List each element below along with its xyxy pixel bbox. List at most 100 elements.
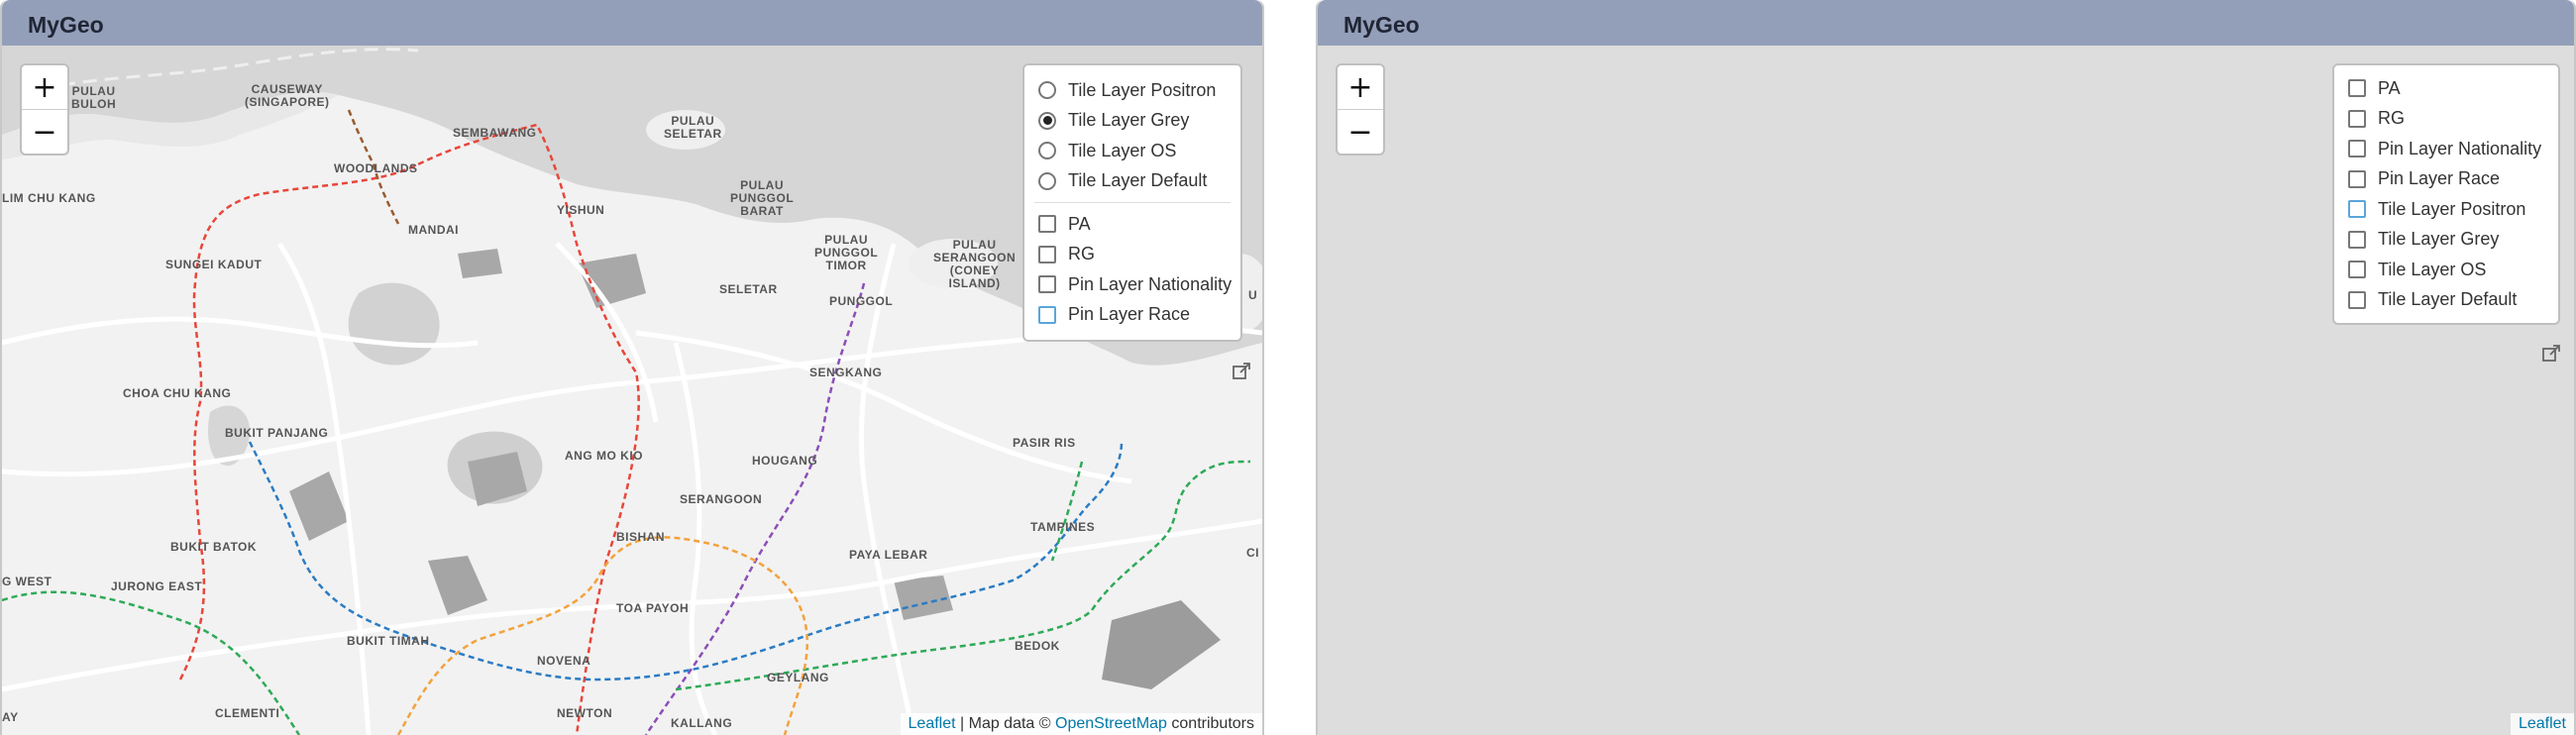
layer-label: PA [1068,213,1091,234]
map-place-label: SENGKANG [809,366,883,379]
map-place-label: YISHUN [557,203,605,217]
checkbox[interactable] [1038,215,1056,234]
layer-label: Tile Layer Grey [1068,110,1190,131]
map-place-label: TOA PAYOH [616,601,690,615]
map-place-label: PULAU PUNGGOL TIMOR [814,233,879,272]
layer-label: Tile Layer Positron [2378,198,2526,219]
checkbox[interactable] [2348,261,2366,279]
layer-label: Tile Layer Default [1068,170,1208,191]
external-link-icon[interactable] [2540,343,2562,365]
panel-titlebar: MyGeo [2,0,1262,46]
map-place-label: G WEST [2,575,53,588]
radio-button[interactable] [1038,171,1056,190]
layer-label: Tile Layer Default [2378,289,2518,310]
map-place-label: BUKIT BATOK [170,540,258,554]
map-place-label: PULAU SELETAR [664,114,722,141]
checkbox[interactable] [2348,230,2366,249]
map-panel-left: MyGeo PULAU BULOH CAUSEWAY (SINGAPORE) S… [0,0,1264,735]
map-place-label: MANDAI [408,223,459,237]
checkbox[interactable] [1038,305,1056,324]
map-place-label: CAUSEWAY (SINGAPORE) [245,82,330,109]
overlay-option[interactable]: Pin Layer Race [2348,164,2544,195]
overlay-option[interactable]: PA [2348,73,2544,104]
overlay-option[interactable]: Pin Layer Race [1038,300,1227,331]
overlay-option[interactable]: Pin Layer Nationality [1038,269,1232,300]
layer-label: Pin Layer Race [1068,304,1191,325]
map-place-label: PULAU SERANGOON (CONEY ISLAND) [933,238,1017,290]
map-place-label: PAYA LEBAR [849,548,928,562]
map-place-label: GEYLANG [767,671,829,684]
layer-label: PA [2378,77,2401,98]
map-canvas[interactable]: PULAU BULOH CAUSEWAY (SINGAPORE) SEMBAWANG… [2,46,1262,735]
radio-button[interactable] [1038,81,1056,100]
overlay-option[interactable]: Tile Layer OS [2348,255,2544,285]
attribution-suffix: contributors [1166,715,1254,732]
base-layer-option[interactable]: Tile Layer Positron [1038,75,1227,106]
layers-control: Tile Layer Positron Tile Layer Grey Tile… [1022,63,1242,342]
zoom-in-button[interactable]: + [22,65,67,109]
layer-label: Pin Layer Nationality [2378,138,2542,158]
checkbox[interactable] [2348,200,2366,219]
osm-link[interactable]: OpenStreetMap [1055,715,1167,732]
map-place-label: NEWTON [557,706,613,720]
overlay-option[interactable]: Tile Layer Positron [2348,194,2544,225]
map-place-label: SERANGOON [680,492,763,506]
map-place-label: PASIR RIS [1013,436,1076,450]
map-place-label: SEMBAWANG [453,126,537,140]
radio-button[interactable] [1038,111,1056,130]
panel-title: MyGeo [28,12,104,38]
layer-label: RG [2378,108,2405,129]
map-place-label: AY [2,710,19,724]
leaflet-link[interactable]: Leaflet [2519,715,2566,732]
checkbox[interactable] [2348,140,2366,158]
zoom-out-button[interactable]: − [22,109,67,154]
base-layer-option[interactable]: Tile Layer OS [1038,136,1227,166]
checkbox[interactable] [2348,169,2366,188]
radio-button[interactable] [1038,142,1056,160]
layers-control: PA RG Pin Layer Nationality Pin Layer Ra… [2332,63,2560,325]
map-attribution: Leaflet [2510,713,2574,735]
map-attribution: Leaflet | Map data © OpenStreetMap contr… [900,713,1262,735]
overlay-option[interactable]: RG [2348,104,2544,135]
layer-label: Tile Layer OS [1068,140,1177,160]
checkbox[interactable] [1038,275,1056,294]
map-canvas[interactable]: + − PA RG Pin Layer Nationality Pin Laye… [1318,46,2574,735]
map-place-label: TAMPINES [1030,520,1096,534]
map-place-label: PULAU PUNGGOL BARAT [730,178,795,218]
map-place-label: BUKIT TIMAH [347,634,430,648]
map-place-label: NOVENA [537,654,591,668]
zoom-in-button[interactable]: + [1338,65,1383,109]
zoom-control: + − [1336,63,1385,156]
map-place-label: HOUGANG [752,454,818,468]
map-panel-right: MyGeo + − PA RG Pin Layer Nationality Pi… [1316,0,2576,735]
overlay-option[interactable]: Tile Layer Default [2348,285,2544,316]
overlay-option[interactable]: PA [1038,209,1227,240]
zoom-out-button[interactable]: − [1338,109,1383,154]
checkbox[interactable] [1038,245,1056,263]
map-place-label: BISHAN [616,530,666,544]
map-place-label: CLEMENTI [215,706,280,720]
overlay-option[interactable]: Tile Layer Grey [2348,225,2544,256]
overlay-option[interactable]: RG [1038,240,1227,270]
leaflet-link[interactable]: Leaflet [909,715,956,732]
map-place-label: SUNGEI KADUT [165,258,263,271]
layers-separator [1034,202,1231,203]
base-layer-option[interactable]: Tile Layer Default [1038,166,1227,197]
map-place-label: PULAU BULOH [71,84,117,111]
checkbox[interactable] [2348,79,2366,98]
map-place-label: SELETAR [719,282,778,296]
panel-title: MyGeo [1343,12,1420,38]
map-place-label: BUKIT PANJANG [225,426,329,440]
base-layer-option[interactable]: Tile Layer Grey [1038,106,1227,137]
checkbox[interactable] [2348,109,2366,128]
overlay-option[interactable]: Pin Layer Nationality [2348,134,2544,164]
map-place-label: KALLANG [671,716,733,730]
map-place-label: LIM CHU KANG [2,191,96,205]
zoom-control: + − [20,63,69,156]
layer-label: Pin Layer Nationality [1068,273,1233,294]
map-place-label: ANG MO KIO [565,449,643,463]
external-link-icon[interactable] [1231,361,1252,382]
map-place-label: JURONG EAST [111,579,203,593]
checkbox[interactable] [2348,290,2366,309]
layer-label: Tile Layer Grey [2378,229,2500,250]
